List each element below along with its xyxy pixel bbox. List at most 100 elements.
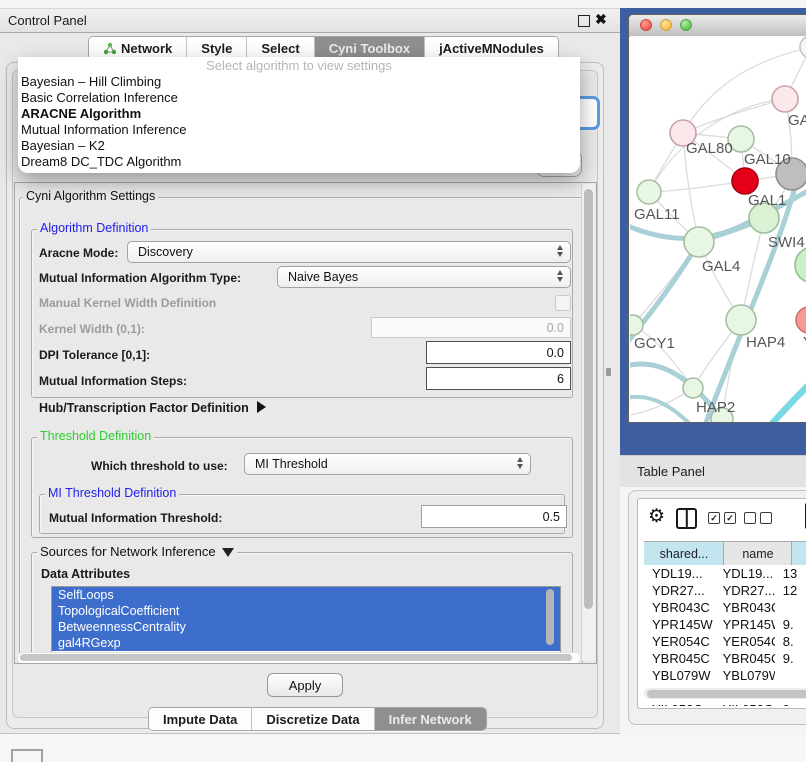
column-header-name[interactable]: name xyxy=(724,542,792,566)
split-divider-handle[interactable] xyxy=(606,368,611,376)
checked-boxes-icon[interactable]: ✓✓ xyxy=(708,512,736,524)
dpi-tolerance-value: 0.0 xyxy=(547,346,564,360)
node-label-gal10: GAL10 xyxy=(744,151,791,168)
tab-label: jActiveMNodules xyxy=(439,41,544,56)
unchecked-boxes-icon[interactable]: xx xyxy=(744,512,772,524)
table-cell: YBR045C xyxy=(644,650,715,667)
minimized-window-icon[interactable] xyxy=(11,749,43,762)
attribute-item-betweennesscentrality[interactable]: BetweennessCentrality xyxy=(52,619,560,635)
algorithm-option-dream8-dc-tdc-algorithm[interactable]: Dream8 DC_TDC Algorithm xyxy=(18,154,580,170)
zoom-traffic-light-icon[interactable] xyxy=(680,19,692,31)
table-row[interactable]: YPR145WYPR145W9. xyxy=(644,616,806,633)
network-canvas[interactable]: GALGAL80GAL10GAL1GAL11SWI4GAL4GCY1HAP4YH… xyxy=(630,36,806,422)
close-traffic-light-icon[interactable] xyxy=(640,19,652,31)
data-attributes-list[interactable]: SelfLoopsTopologicalCoefficientBetweenne… xyxy=(51,586,561,653)
network-node-labels: GALGAL80GAL10GAL1GAL11SWI4GAL4GCY1HAP4YH… xyxy=(634,112,806,416)
threshold-definition-title: Threshold Definition xyxy=(37,429,154,443)
tab-network[interactable]: Network xyxy=(89,37,187,59)
tab-infer-network[interactable]: Infer Network xyxy=(375,708,486,730)
mi-steps-value: 6 xyxy=(557,372,564,386)
application-root: Control Panel ✖ NetworkStyleSelect Cyni T… xyxy=(0,0,806,762)
aracne-mode-value: Discovery xyxy=(138,245,193,259)
node-label-gal4: GAL4 xyxy=(702,258,740,275)
minimize-traffic-light-icon[interactable] xyxy=(660,19,672,31)
settings-vscrollbar[interactable] xyxy=(581,184,595,661)
list-scrollbar-thumb[interactable] xyxy=(546,589,554,645)
mi-threshold-field[interactable]: 0.5 xyxy=(421,505,567,528)
algorithm-option-basic-correlation-inference[interactable]: Basic Correlation Inference xyxy=(18,90,580,106)
table-cell: YDR27... xyxy=(715,582,775,599)
gear-icon[interactable]: ⚙ xyxy=(648,505,665,528)
tab-impute-data[interactable]: Impute Data xyxy=(149,708,252,730)
network-node-hap4[interactable] xyxy=(726,305,756,335)
settings-hscrollbar-thumb[interactable] xyxy=(20,654,572,661)
table-row[interactable]: YBR043CYBR043C xyxy=(644,599,806,616)
table-row[interactable]: YDL19...YDL19...13 xyxy=(644,565,806,582)
attribute-item-selfloops[interactable]: SelfLoops xyxy=(52,587,560,603)
algorithm-option-bayesian-hill-climbing[interactable]: Bayesian – Hill Climbing xyxy=(18,74,580,90)
network-node-gcy1[interactable] xyxy=(630,315,643,335)
dpi-tolerance-label: DPI Tolerance [0,1]: xyxy=(39,348,150,362)
settings-hscrollbar[interactable] xyxy=(17,652,581,664)
apply-button[interactable]: Apply xyxy=(267,673,343,697)
tab-style[interactable]: Style xyxy=(187,37,247,59)
algorithm-option-mutual-information-inference[interactable]: Mutual Information Inference xyxy=(18,122,580,138)
table-row[interactable]: YBL079WYBL079W xyxy=(644,667,806,684)
node-label-hap2: HAP2 xyxy=(696,399,735,416)
manual-kernel-width-checkbox[interactable] xyxy=(555,295,571,311)
mi-threshold-definition-title: MI Threshold Definition xyxy=(45,486,179,500)
table-row[interactable]: YBR045CYBR045C9. xyxy=(644,650,806,667)
columns-icon[interactable] xyxy=(676,508,697,529)
table-row[interactable]: YDR27...YDR27...12 xyxy=(644,582,806,599)
hub-definition-expander[interactable]: Hub/Transcription Factor Definition xyxy=(39,401,266,415)
table-hscrollbar-thumb[interactable] xyxy=(647,690,806,698)
column-header-shared-[interactable]: shared... xyxy=(644,542,724,566)
table-header-row: shared...name xyxy=(644,541,806,567)
network-node-gal1[interactable] xyxy=(732,168,758,194)
control-panel-title: Control Panel xyxy=(8,13,87,28)
aracne-mode-combo[interactable]: Discovery xyxy=(127,241,571,263)
expand-right-icon xyxy=(257,401,266,413)
close-icon[interactable]: ✖ xyxy=(595,11,607,28)
aracne-mode-label: Aracne Mode: xyxy=(39,246,118,260)
node-label-gal11: GAL11 xyxy=(634,206,680,223)
network-graph: GALGAL80GAL10GAL1GAL11SWI4GAL4GCY1HAP4YH… xyxy=(630,36,806,422)
table-cell: YPR145W xyxy=(715,616,775,633)
settings-vscrollbar-thumb[interactable] xyxy=(584,189,593,609)
mi-algorithm-type-combo[interactable]: Naive Bayes xyxy=(277,266,571,288)
column-header-col2[interactable] xyxy=(792,542,806,566)
tab-jactivemnodules[interactable]: jActiveMNodules xyxy=(425,37,558,59)
float-window-icon[interactable] xyxy=(578,15,590,27)
network-node-hap2[interactable] xyxy=(683,378,703,398)
network-node[interactable] xyxy=(800,36,806,58)
manual-kernel-width-label: Manual Kernel Width Definition xyxy=(39,296,216,310)
attribute-item-topologicalcoefficient[interactable]: TopologicalCoefficient xyxy=(52,603,560,619)
network-node-gal11[interactable] xyxy=(637,180,661,204)
network-node-gal4[interactable] xyxy=(684,227,714,257)
table-cell: YDR27... xyxy=(644,582,715,599)
table-row[interactable]: YIL052CYIL052C9. xyxy=(644,701,806,706)
network-window-titlebar xyxy=(629,15,806,37)
network-node-gal[interactable] xyxy=(772,86,798,112)
tab-discretize-data[interactable]: Discretize Data xyxy=(252,708,374,730)
dpi-tolerance-field[interactable]: 0.0 xyxy=(426,341,571,364)
tab-label: Cyni Toolbox xyxy=(329,41,410,56)
attribute-item-gal4rgexp[interactable]: gal4RGexp xyxy=(52,635,560,651)
cyni-mode-tabbar: Impute DataDiscretize DataInfer Network xyxy=(148,707,487,731)
tab-cyni-toolbox[interactable]: Cyni Toolbox xyxy=(315,37,425,59)
cyni-settings-scrollpane: Cyni Algorithm Settings Algorithm Defini… xyxy=(14,182,597,664)
sources-expander[interactable]: Sources for Network Inference xyxy=(37,544,237,559)
tab-select[interactable]: Select xyxy=(247,37,314,59)
algorithm-option-aracne-algorithm[interactable]: ARACNE Algorithm xyxy=(18,106,580,122)
network-node[interactable] xyxy=(795,247,806,283)
algorithm-option-bayesian-k2[interactable]: Bayesian – K2 xyxy=(18,138,580,154)
table-hscrollbar[interactable] xyxy=(644,688,806,699)
mi-threshold-value: 0.5 xyxy=(543,510,560,524)
mi-threshold-label: Mutual Information Threshold: xyxy=(49,511,222,525)
table-cell: YER054C xyxy=(715,633,775,650)
network-node-y[interactable] xyxy=(796,307,806,333)
table-row[interactable]: YER054CYER054C8. xyxy=(644,633,806,650)
table-cell: 9. xyxy=(775,701,806,706)
which-threshold-combo[interactable]: MI Threshold xyxy=(244,453,531,475)
mi-steps-field[interactable]: 6 xyxy=(426,367,571,390)
